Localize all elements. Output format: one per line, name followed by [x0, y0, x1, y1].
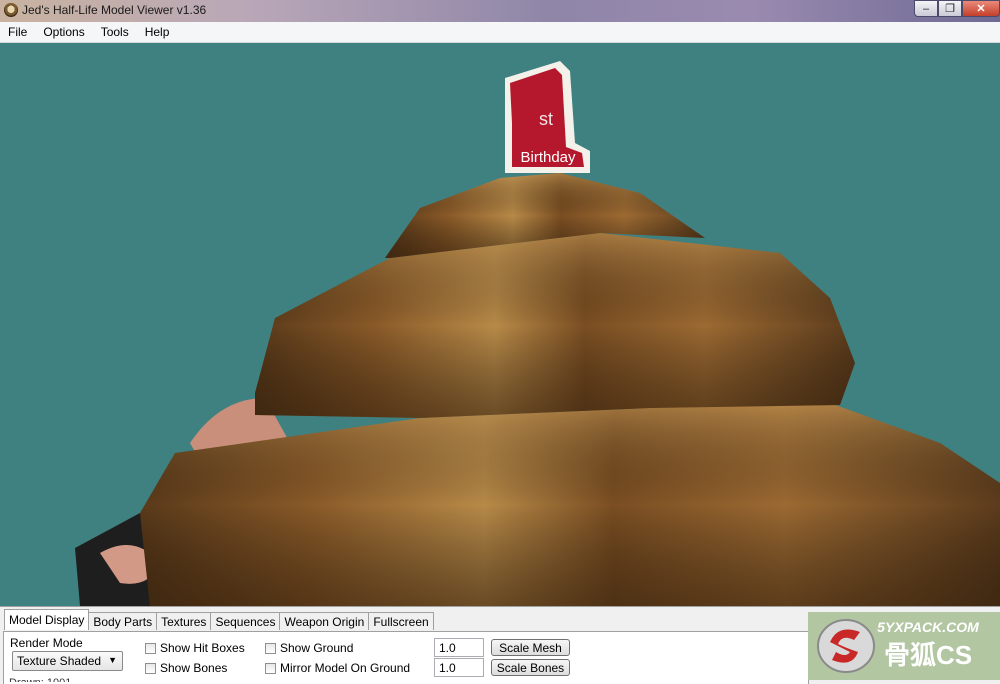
show-hit-boxes-checkbox[interactable]: Show Hit Boxes — [145, 641, 245, 655]
show-ground-checkbox[interactable]: Show Ground — [265, 641, 353, 655]
render-mode-select[interactable]: Texture Shaded ▼ — [12, 651, 123, 671]
menu-help[interactable]: Help — [137, 25, 178, 39]
topper-text: Birthday — [520, 149, 576, 166]
menu-bar: File Options Tools Help — [0, 22, 1000, 43]
tab-textures[interactable]: Textures — [156, 612, 212, 630]
app-icon — [4, 3, 18, 17]
tier-shading-2 — [255, 233, 855, 418]
mirror-model-checkbox[interactable]: Mirror Model On Ground — [265, 661, 410, 675]
tab-fullscreen[interactable]: Fullscreen — [368, 612, 434, 630]
watermark-line1: 5YXPACK.COM — [877, 619, 979, 635]
checkbox-box — [265, 662, 276, 674]
show-bones-label: Show Bones — [160, 661, 228, 675]
show-ground-label: Show Ground — [280, 641, 354, 655]
window-controls: – ❐ ✕ — [914, 0, 1000, 18]
model-render: st Birthday — [75, 61, 1000, 606]
show-hit-boxes-label: Show Hit Boxes — [160, 641, 245, 655]
maximize-button[interactable]: ❐ — [938, 0, 962, 17]
minimize-button[interactable]: – — [914, 0, 938, 17]
watermark-line2: 骨狐CS — [884, 640, 972, 670]
render-mode-value: Texture Shaded — [17, 654, 102, 668]
menu-options[interactable]: Options — [35, 25, 92, 39]
checkbox-box — [145, 642, 156, 654]
title-bar: Jed's Half-Life Model Viewer v1.36 – ❐ ✕ — [0, 0, 1000, 22]
chevron-down-icon: ▼ — [108, 655, 117, 665]
drawn-polys-text: Drawn: 1001 — [9, 678, 71, 682]
close-button[interactable]: ✕ — [962, 0, 1000, 17]
checkbox-box — [265, 642, 276, 654]
scale-bones-input[interactable] — [434, 658, 484, 677]
scale-bones-button[interactable]: Scale Bones — [491, 659, 570, 676]
menu-file[interactable]: File — [0, 25, 35, 39]
window-title: Jed's Half-Life Model Viewer v1.36 — [22, 3, 207, 17]
scale-mesh-input[interactable] — [434, 638, 484, 657]
watermark-graphic: 5YXPACK.COM 骨狐CS — [817, 619, 979, 673]
watermark-logo: 5YXPACK.COM 骨狐CS — [808, 612, 1000, 680]
tab-weapon-origin[interactable]: Weapon Origin — [279, 612, 370, 630]
tab-strip: Model Display Body Parts Textures Sequen… — [4, 609, 434, 630]
render-mode-label: Render Mode — [10, 636, 83, 650]
checkbox-box — [145, 662, 156, 674]
model-display-panel: Render Mode Texture Shaded ▼ Show Hit Bo… — [3, 631, 809, 684]
model-viewport[interactable]: st Birthday — [0, 43, 1000, 606]
tab-body-parts[interactable]: Body Parts — [88, 612, 158, 630]
topper-suffix: st — [539, 109, 553, 129]
tab-model-display[interactable]: Model Display — [4, 609, 90, 630]
show-bones-checkbox[interactable]: Show Bones — [145, 661, 227, 675]
mirror-model-label: Mirror Model On Ground — [280, 661, 411, 675]
menu-tools[interactable]: Tools — [93, 25, 137, 39]
logo-circle — [817, 619, 875, 673]
tab-sequences[interactable]: Sequences — [210, 612, 281, 630]
scale-mesh-button[interactable]: Scale Mesh — [491, 639, 570, 656]
